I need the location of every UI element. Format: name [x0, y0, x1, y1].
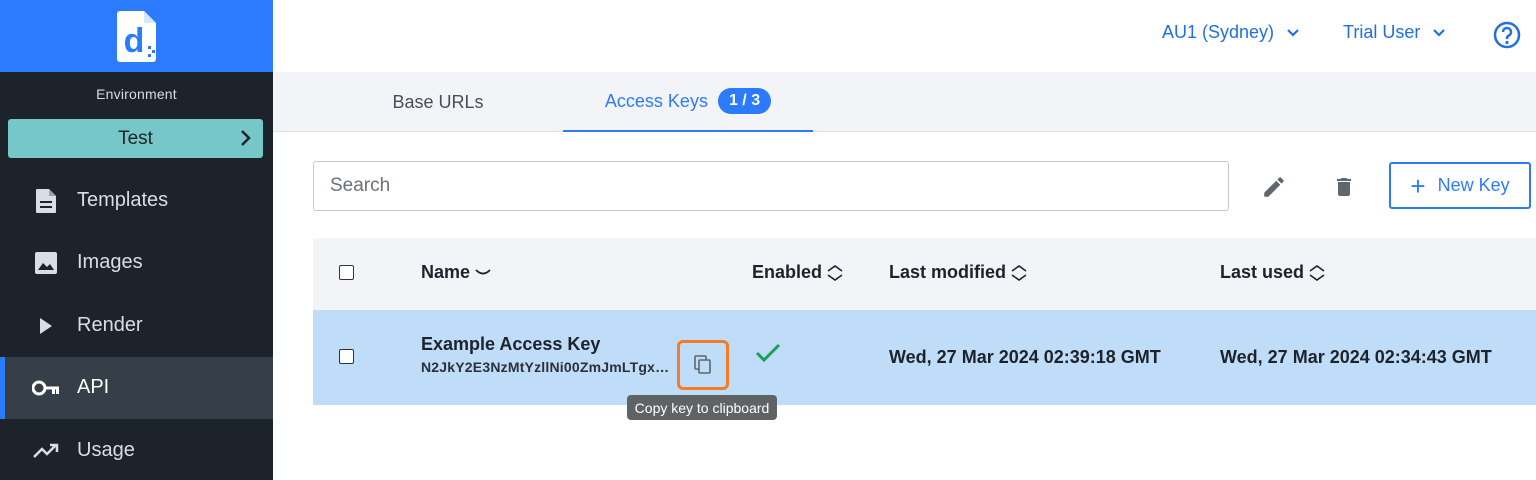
- sort-icon: [1309, 264, 1325, 281]
- delete-button[interactable]: [1329, 172, 1359, 202]
- app-logo[interactable]: d: [114, 8, 160, 64]
- chevron-down-icon: [1433, 28, 1446, 37]
- key-icon: [32, 375, 60, 401]
- sidebar-item-templates[interactable]: Templates: [0, 170, 273, 232]
- chevron-right-icon: [241, 130, 251, 146]
- key-value: N2JkY2E3NzMtYzllNi00ZmJmLTgxMDktZGEzYjE: [421, 359, 675, 375]
- plus-icon: +: [1410, 170, 1426, 201]
- pencil-icon: [1264, 177, 1284, 197]
- environment-label: Environment: [96, 86, 177, 102]
- new-key-label: New Key: [1437, 175, 1510, 195]
- column-label: Name: [421, 262, 471, 282]
- sidebar-item-label: Usage: [77, 439, 135, 461]
- chevron-down-icon: [1287, 28, 1299, 37]
- sidebar-item-label: Render: [77, 314, 143, 336]
- table-header: Name Enabled Last modified Last used: [313, 238, 1536, 310]
- sidebar-item-usage[interactable]: Usage: [0, 420, 273, 480]
- region-selector[interactable]: AU1 (Sydney): [1162, 22, 1300, 43]
- sidebar-item-label: Templates: [77, 189, 169, 211]
- column-label: Last modified: [889, 262, 1007, 282]
- search-input[interactable]: [313, 161, 1229, 211]
- logo-bar: d: [0, 0, 273, 72]
- region-label: AU1 (Sydney): [1162, 22, 1275, 42]
- environment-selector[interactable]: Test: [8, 119, 263, 158]
- last-modified-value: Wed, 27 Mar 2024 02:39:18 GMT: [889, 347, 1161, 367]
- tab-label: Access Keys: [604, 90, 708, 111]
- last-used-value: Wed, 27 Mar 2024 02:34:43 GMT: [1220, 347, 1492, 367]
- sidebar-item-render[interactable]: Render: [0, 295, 273, 357]
- sidebar: d Environment Test Templates Images Rend…: [0, 0, 273, 480]
- logo-letter: d: [123, 22, 144, 60]
- sidebar-item-api[interactable]: API: [0, 357, 273, 419]
- key-count-badge: 1 / 3: [717, 88, 772, 114]
- copy-key-button[interactable]: [677, 340, 729, 390]
- sort-descending-icon: [475, 268, 491, 274]
- column-label: Enabled: [752, 262, 823, 282]
- trending-up-icon: [32, 438, 60, 464]
- check-icon: [755, 343, 781, 363]
- help-circle-icon[interactable]: [1493, 21, 1521, 49]
- column-header-last-modified[interactable]: Last modified: [889, 262, 1028, 283]
- tab-label: Base URLs: [392, 91, 484, 112]
- sidebar-item-label: Images: [77, 251, 143, 273]
- document-icon: [32, 188, 60, 214]
- sort-icon: [827, 264, 843, 281]
- user-menu[interactable]: Trial User: [1343, 22, 1446, 43]
- play-icon: [32, 313, 60, 339]
- new-key-button[interactable]: + New Key: [1389, 162, 1531, 209]
- row-checkbox[interactable]: [339, 349, 354, 364]
- sidebar-item-label: API: [77, 376, 110, 398]
- edit-button[interactable]: [1259, 172, 1289, 202]
- tab-access-keys[interactable]: Access Keys 1 / 3: [563, 72, 813, 132]
- sidebar-item-images[interactable]: Images: [0, 232, 273, 294]
- user-name: Trial User: [1343, 22, 1421, 42]
- environment-value: Test: [118, 127, 153, 149]
- table-row[interactable]: Example Access Key N2JkY2E3NzMtYzllNi00Z…: [313, 310, 1536, 405]
- sort-icon: [1011, 264, 1027, 281]
- column-header-enabled[interactable]: Enabled: [752, 262, 844, 283]
- column-header-name[interactable]: Name: [421, 262, 492, 283]
- column-label: Last used: [1220, 262, 1305, 282]
- column-header-last-used[interactable]: Last used: [1220, 262, 1326, 283]
- select-all-checkbox[interactable]: [339, 265, 354, 280]
- copy-tooltip: Copy key to clipboard: [627, 395, 777, 420]
- image-icon: [32, 250, 60, 276]
- tab-base-urls[interactable]: Base URLs: [323, 72, 553, 132]
- trash-icon: [1337, 178, 1351, 196]
- key-name: Example Access Key: [421, 334, 601, 354]
- copy-icon: [694, 355, 711, 374]
- top-bar: AU1 (Sydney) Trial User: [273, 0, 1536, 72]
- tab-bar: Base URLs Access Keys 1 / 3: [273, 72, 1536, 132]
